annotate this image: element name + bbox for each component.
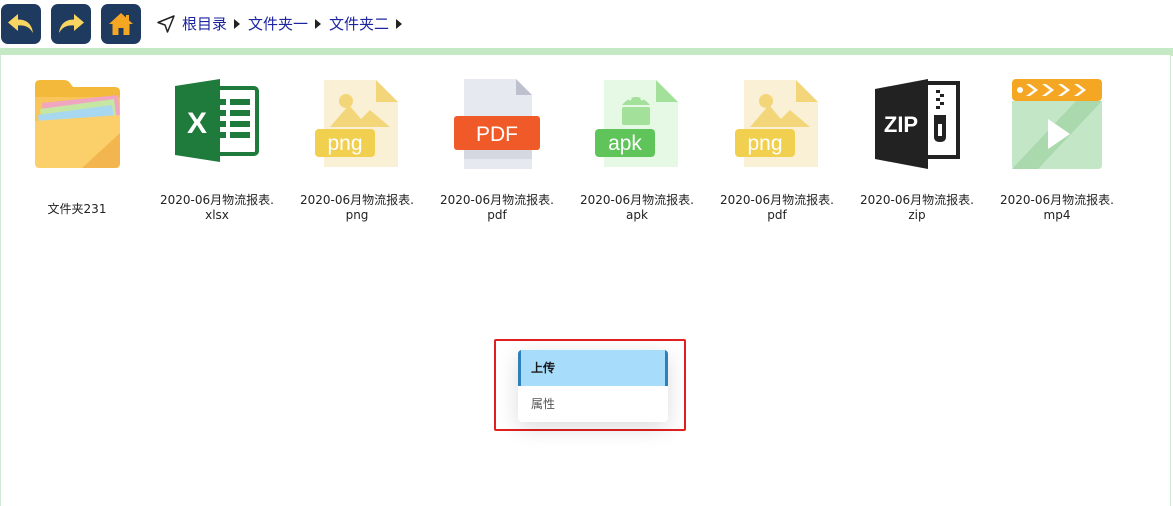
file-tile-zip[interactable]: ZIP 2020-06月物流报表.zip [847, 77, 987, 237]
breadcrumb-separator [315, 19, 322, 29]
file-tile-apk[interactable]: apk 2020-06月物流报表.apk [567, 77, 707, 237]
navigation-arrow-icon [157, 15, 175, 33]
file-name: 2020-06月物流报表.xlsx [160, 193, 274, 222]
breadcrumb-separator [396, 19, 403, 29]
excel-icon: X [175, 79, 259, 162]
breadcrumb: 根目录 文件夹一 文件夹二 [156, 12, 410, 36]
png-image-icon: png [315, 80, 398, 167]
breadcrumb-item-folder-1[interactable]: 文件夹一 [248, 12, 308, 36]
svg-text:X: X [187, 107, 207, 140]
context-menu: 上传 属性 [518, 350, 668, 422]
file-tile-pdf-image[interactable]: png 2020-06月物流报表.pdf [707, 77, 847, 237]
file-name: 2020-06月物流报表.pdf [720, 193, 834, 222]
file-panel: 文件夹231 X 2020-06月物流报表.xlsx png 2020-06月物… [0, 55, 1171, 506]
file-name: 文件夹231 [47, 202, 107, 216]
home-button[interactable] [101, 4, 141, 44]
breadcrumb-separator [234, 19, 241, 29]
video-play-icon [1012, 79, 1102, 169]
file-tile-folder[interactable]: 文件夹231 [7, 77, 147, 237]
menu-item-properties[interactable]: 属性 [518, 386, 668, 422]
png-image-icon: png [735, 80, 818, 167]
zip-archive-icon: ZIP [875, 79, 960, 169]
folder-icon [35, 80, 120, 168]
file-name: 2020-06月物流报表.zip [860, 193, 974, 222]
redo-arrow-icon [59, 14, 84, 33]
file-type-badge: png [327, 132, 362, 155]
file-tile-mp4[interactable]: 2020-06月物流报表.mp4 [987, 77, 1127, 237]
file-type-badge: png [747, 132, 782, 155]
undo-arrow-icon [8, 14, 33, 33]
file-tile-png[interactable]: png 2020-06月物流报表.png [287, 77, 427, 237]
breadcrumb-item-folder-2[interactable]: 文件夹二 [329, 12, 389, 36]
file-name: 2020-06月物流报表.mp4 [1000, 193, 1114, 222]
file-name: 2020-06月物流报表.png [300, 193, 414, 222]
breadcrumb-item-root[interactable]: 根目录 [182, 12, 227, 36]
back-button[interactable] [1, 4, 41, 44]
file-name: 2020-06月物流报表.pdf [440, 193, 554, 222]
toolbar: 根目录 文件夹一 文件夹二 [0, 0, 1173, 48]
file-name: 2020-06月物流报表.apk [580, 193, 694, 222]
pdf-icon: PDF [454, 79, 540, 169]
menu-item-upload[interactable]: 上传 [518, 350, 668, 386]
apk-android-icon: apk [595, 80, 678, 167]
file-tile-xlsx[interactable]: X 2020-06月物流报表.xlsx [147, 77, 287, 237]
file-tile-pdf[interactable]: PDF 2020-06月物流报表.pdf [427, 77, 567, 237]
file-type-badge: apk [608, 132, 642, 155]
file-type-badge: PDF [476, 123, 518, 146]
file-type-badge: ZIP [884, 112, 918, 137]
home-icon [109, 13, 133, 35]
forward-button[interactable] [51, 4, 91, 44]
